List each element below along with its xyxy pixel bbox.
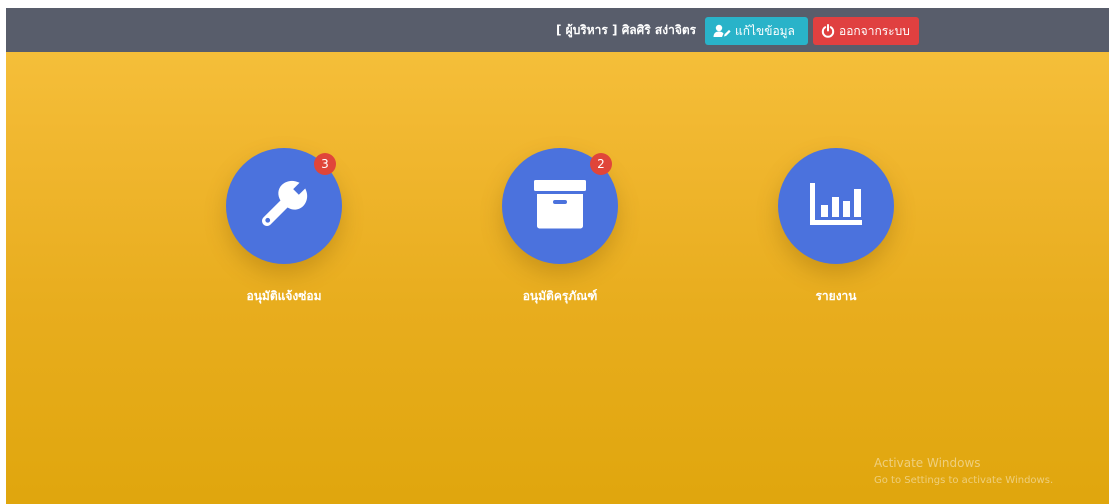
report-tile[interactable] bbox=[778, 148, 894, 264]
edit-profile-button[interactable]: แก้ไขข้อมูล bbox=[705, 17, 808, 45]
logout-label: ออกจากระบบ bbox=[839, 23, 910, 38]
top-navbar: [ ผู้บริหาร ] ศิลศิริ สง่าจิตร แก้ไขข้อม… bbox=[6, 8, 1109, 52]
user-role-name: [ ผู้บริหาร ] ศิลศิริ สง่าจิตร bbox=[556, 23, 697, 37]
notification-badge: 2 bbox=[590, 153, 612, 175]
bar-chart-icon bbox=[808, 181, 864, 231]
activate-windows-watermark: Activate Windows Go to Settings to activ… bbox=[874, 454, 1053, 490]
app-frame: [ ผู้บริหาร ] ศิลศิริ สง่าจิตร แก้ไขข้อม… bbox=[6, 8, 1109, 504]
archive-box-icon bbox=[532, 178, 588, 234]
user-edit-icon bbox=[713, 24, 731, 38]
wrench-icon bbox=[254, 174, 314, 238]
notification-badge: 3 bbox=[314, 153, 336, 175]
watermark-subtitle: Go to Settings to activate Windows. bbox=[874, 475, 1054, 486]
approve-repair-tile[interactable]: 3 bbox=[226, 148, 342, 264]
edit-profile-label: แก้ไขข้อมูล bbox=[735, 23, 795, 38]
power-icon bbox=[821, 24, 835, 38]
approve-repair-label[interactable]: อนุมัติแจ้งซ่อม bbox=[184, 287, 384, 306]
approve-equipment-label[interactable]: อนุมัติครุภัณฑ์ bbox=[460, 287, 660, 306]
report-label[interactable]: รายงาน bbox=[736, 287, 936, 306]
logout-button[interactable]: ออกจากระบบ bbox=[813, 17, 919, 45]
approve-equipment-tile[interactable]: 2 bbox=[502, 148, 618, 264]
watermark-title: Activate Windows bbox=[874, 456, 981, 470]
